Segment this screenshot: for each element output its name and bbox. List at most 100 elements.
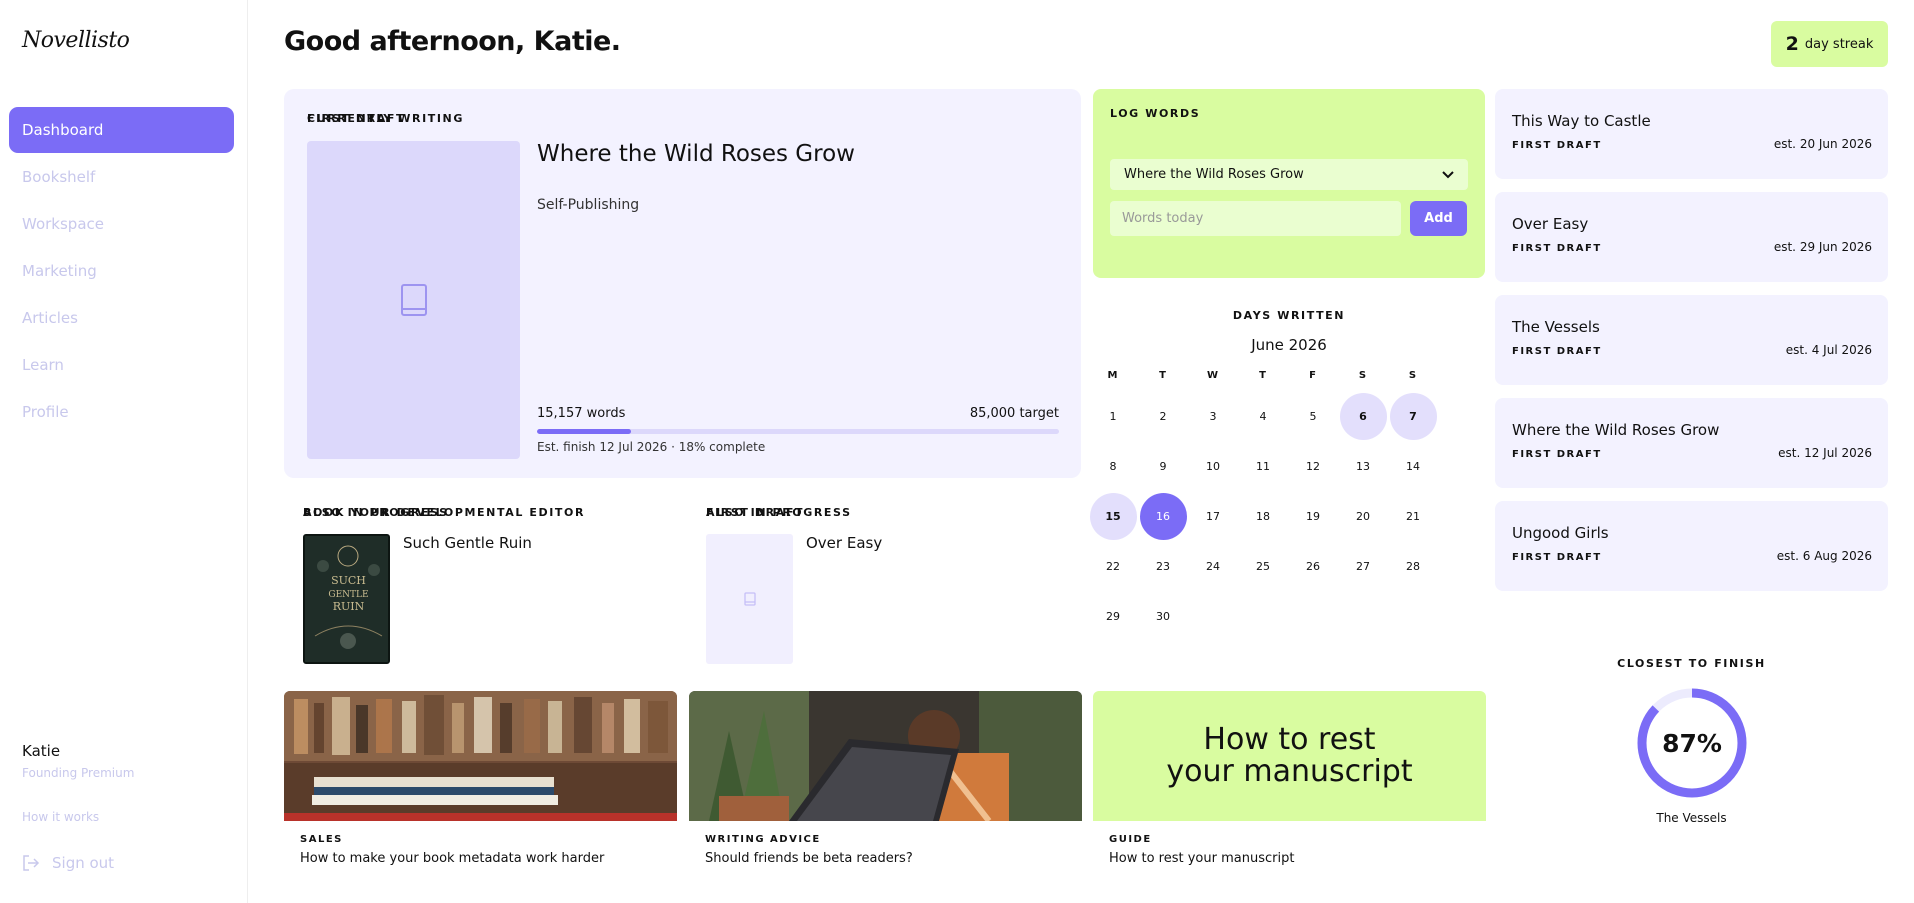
article-image: How to rest your manuscript [1093, 691, 1486, 821]
calendar-day[interactable]: 18 [1238, 493, 1288, 540]
finish-estimate: est. 6 Aug 2026 [1776, 549, 1872, 563]
app-logo[interactable]: Novellisto [22, 28, 130, 53]
book-select-value: Where the Wild Roses Grow [1124, 167, 1304, 182]
calendar-day[interactable]: 3 [1188, 393, 1238, 440]
calendar-day[interactable]: 5 [1288, 393, 1338, 440]
book-status: FIRST DRAFT [1512, 552, 1602, 563]
words-today-input[interactable] [1110, 201, 1401, 236]
calendar-day[interactable]: 8 [1088, 443, 1138, 490]
calendar-day[interactable]: 26 [1288, 543, 1338, 590]
user-plan: Founding Premium [22, 766, 135, 780]
calendar-day[interactable]: 1 [1088, 393, 1138, 440]
calendar-day-number: 8 [1109, 460, 1117, 473]
cover-text-line3: RUIN [333, 600, 365, 613]
calendar-day[interactable]: 24 [1188, 543, 1238, 590]
sidebar-item-learn[interactable]: Learn [9, 342, 234, 388]
page-greeting: Good afternoon, Katie. [284, 26, 621, 57]
calendar-day[interactable]: 10 [1188, 443, 1238, 490]
calendar-weekday: S [1408, 370, 1418, 381]
sign-out-button[interactable]: Sign out [22, 854, 114, 872]
streak-badge: 2 day streak [1771, 21, 1888, 67]
also-in-progress-item[interactable]: ALSO IN PROGRESS Over Easy FIRST DRAFT [706, 506, 1076, 666]
sidebar-item-marketing[interactable]: Marketing [9, 248, 234, 294]
book-cover-image: SUCH GENTLE RUIN [303, 534, 390, 664]
section-label: CLOSEST TO FINISH [1617, 657, 1766, 670]
calendar-day[interactable]: 11 [1238, 443, 1288, 490]
progress-bar [537, 429, 1059, 434]
word-target: 85,000 target [969, 406, 1059, 421]
calendar-day-number: 18 [1256, 510, 1270, 523]
calendar-day[interactable]: 4 [1238, 393, 1288, 440]
article-card[interactable]: WRITING ADVICE Should friends be beta re… [689, 691, 1082, 871]
calendar-day[interactable]: 27 [1338, 543, 1388, 590]
calendar-day[interactable]: 23 [1138, 543, 1188, 590]
log-words-card: LOG WORDS Where the Wild Roses Grow Add [1093, 89, 1485, 278]
finish-estimate: est. 12 Jul 2026 [1778, 446, 1872, 460]
book-title: This Way to Castle [1512, 112, 1651, 130]
article-card[interactable]: SALES How to make your book metadata wor… [284, 691, 677, 871]
calendar-day-number: 4 [1259, 410, 1267, 423]
book-title[interactable]: Where the Wild Roses Grow [537, 141, 855, 167]
currently-writing-card[interactable]: CURRENTLY WRITING Where the Wild Roses G… [284, 89, 1081, 478]
section-label: LOG WORDS [1110, 107, 1201, 120]
sidebar-item-profile[interactable]: Profile [9, 389, 234, 435]
book-status: BOOK YOUR DEVELOPMENTAL EDITOR [303, 506, 586, 519]
calendar-day-number: 28 [1406, 560, 1420, 573]
publishing-path: Self-Publishing [537, 197, 640, 213]
upcoming-book-card[interactable]: Over Easy FIRST DRAFT est. 29 Jun 2026 [1495, 192, 1888, 282]
calendar-month: June 2026 [1251, 336, 1327, 354]
sidebar-item-dashboard[interactable]: Dashboard [9, 107, 234, 153]
book-title[interactable]: Over Easy [806, 534, 882, 552]
calendar-day[interactable]: 29 [1088, 593, 1138, 640]
calendar-day[interactable]: 16 [1138, 493, 1188, 540]
article-image [284, 691, 677, 821]
sidebar-item-articles[interactable]: Articles [9, 295, 234, 341]
calendar-day-number: 15 [1089, 493, 1137, 540]
calendar-day[interactable]: 9 [1138, 443, 1188, 490]
book-status: FIRST DRAFT [307, 112, 406, 125]
calendar-day[interactable]: 13 [1338, 443, 1388, 490]
calendar-day[interactable]: 28 [1388, 543, 1438, 590]
sidebar-item-workspace[interactable]: Workspace [9, 201, 234, 247]
upcoming-book-card[interactable]: The Vessels FIRST DRAFT est. 4 Jul 2026 [1495, 295, 1888, 385]
add-words-button[interactable]: Add [1410, 201, 1467, 236]
such-gentle-ruin-cover: SUCH GENTLE RUIN [305, 536, 388, 662]
book-select[interactable]: Where the Wild Roses Grow [1110, 159, 1468, 190]
upcoming-book-card[interactable]: Ungood Girls FIRST DRAFT est. 6 Aug 2026 [1495, 501, 1888, 591]
calendar-day[interactable]: 30 [1138, 593, 1188, 640]
upcoming-book-card[interactable]: This Way to Castle FIRST DRAFT est. 20 J… [1495, 89, 1888, 179]
finish-estimate: Est. finish 12 Jul 2026 · 18% complete [537, 440, 766, 454]
book-title[interactable]: Such Gentle Ruin [403, 534, 532, 552]
calendar-days: 1 2 3 4 5 6 7 8 9 10 11 12 13 14 15 16 17 18 19 20 21 22 23 24 2… [1088, 393, 1490, 640]
calendar-day[interactable]: 14 [1388, 443, 1438, 490]
calendar-day-number: 30 [1156, 610, 1170, 623]
calendar-day[interactable]: 19 [1288, 493, 1338, 540]
calendar-day[interactable]: 6 [1338, 393, 1388, 440]
closest-book-title[interactable]: The Vessels [1495, 811, 1888, 825]
book-icon [400, 284, 427, 316]
calendar-day[interactable]: 2 [1138, 393, 1188, 440]
calendar-day[interactable]: 21 [1388, 493, 1438, 540]
calendar-day-number: 12 [1306, 460, 1320, 473]
calendar-day-number: 26 [1306, 560, 1320, 573]
calendar-weekday: S [1358, 370, 1368, 381]
calendar-day[interactable]: 25 [1238, 543, 1288, 590]
article-card[interactable]: How to rest your manuscript GUIDE How to… [1093, 691, 1486, 871]
article-title[interactable]: Should friends be beta readers? [705, 851, 913, 866]
calendar-day[interactable]: 17 [1188, 493, 1238, 540]
also-in-progress-item[interactable]: ALSO IN PROGRESS SUCH GENTLE RUIN Such G… [303, 506, 673, 666]
upcoming-book-card[interactable]: Where the Wild Roses Grow FIRST DRAFT es… [1495, 398, 1888, 488]
calendar-day[interactable]: 22 [1088, 543, 1138, 590]
article-category: SALES [300, 834, 343, 845]
sidebar-item-bookshelf[interactable]: Bookshelf [9, 154, 234, 200]
calendar-day-number: 22 [1106, 560, 1120, 573]
article-title[interactable]: How to make your book metadata work hard… [300, 851, 604, 866]
how-it-works-link[interactable]: How it works [22, 810, 99, 824]
calendar-day[interactable]: 20 [1338, 493, 1388, 540]
user-name: Katie [22, 742, 61, 760]
book-title: Where the Wild Roses Grow [1512, 421, 1720, 439]
calendar-day[interactable]: 15 [1088, 493, 1138, 540]
article-title[interactable]: How to rest your manuscript [1109, 851, 1294, 866]
calendar-day[interactable]: 7 [1388, 393, 1438, 440]
calendar-day[interactable]: 12 [1288, 443, 1338, 490]
